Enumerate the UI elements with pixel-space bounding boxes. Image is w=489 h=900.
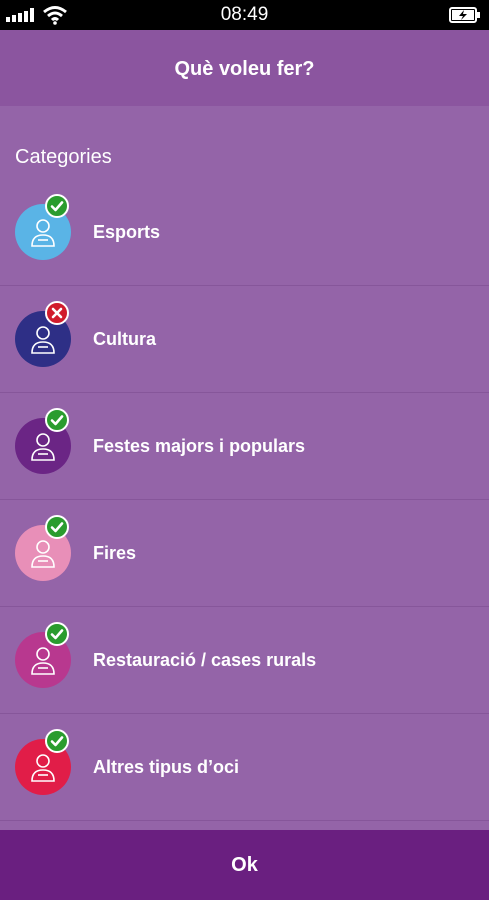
page-title: Què voleu fer?: [174, 58, 315, 80]
section-title: Categories: [15, 146, 112, 168]
category-item[interactable]: Restauració / cases rurals: [0, 607, 489, 714]
check-icon[interactable]: [45, 194, 69, 218]
status-time: 08:49: [220, 4, 269, 25]
cross-icon[interactable]: [45, 301, 69, 325]
check-icon[interactable]: [45, 408, 69, 432]
category-item[interactable]: Altres tipus d’oci: [0, 714, 489, 821]
check-icon[interactable]: [45, 729, 69, 753]
category-label: Restauració / cases rurals: [93, 650, 317, 670]
category-label: Altres tipus d’oci: [93, 757, 240, 777]
ok-button-label: Ok: [231, 854, 258, 876]
check-icon[interactable]: [45, 515, 69, 539]
header-bar: Què voleu fer?: [0, 30, 489, 106]
category-item[interactable]: Esports: [0, 179, 489, 286]
battery-charging-icon: [449, 7, 480, 23]
category-item[interactable]: Festes majors i populars: [0, 393, 489, 500]
category-label: Festes majors i populars: [93, 436, 306, 456]
category-label: Cultura: [93, 329, 156, 349]
category-item[interactable]: Fires: [0, 500, 489, 607]
ok-button[interactable]: Ok: [0, 830, 489, 900]
category-label: Fires: [93, 543, 137, 563]
check-icon[interactable]: [45, 622, 69, 646]
status-bar: 08:49: [0, 0, 489, 30]
category-item[interactable]: Cultura: [0, 286, 489, 393]
category-label: Esports: [93, 222, 161, 242]
